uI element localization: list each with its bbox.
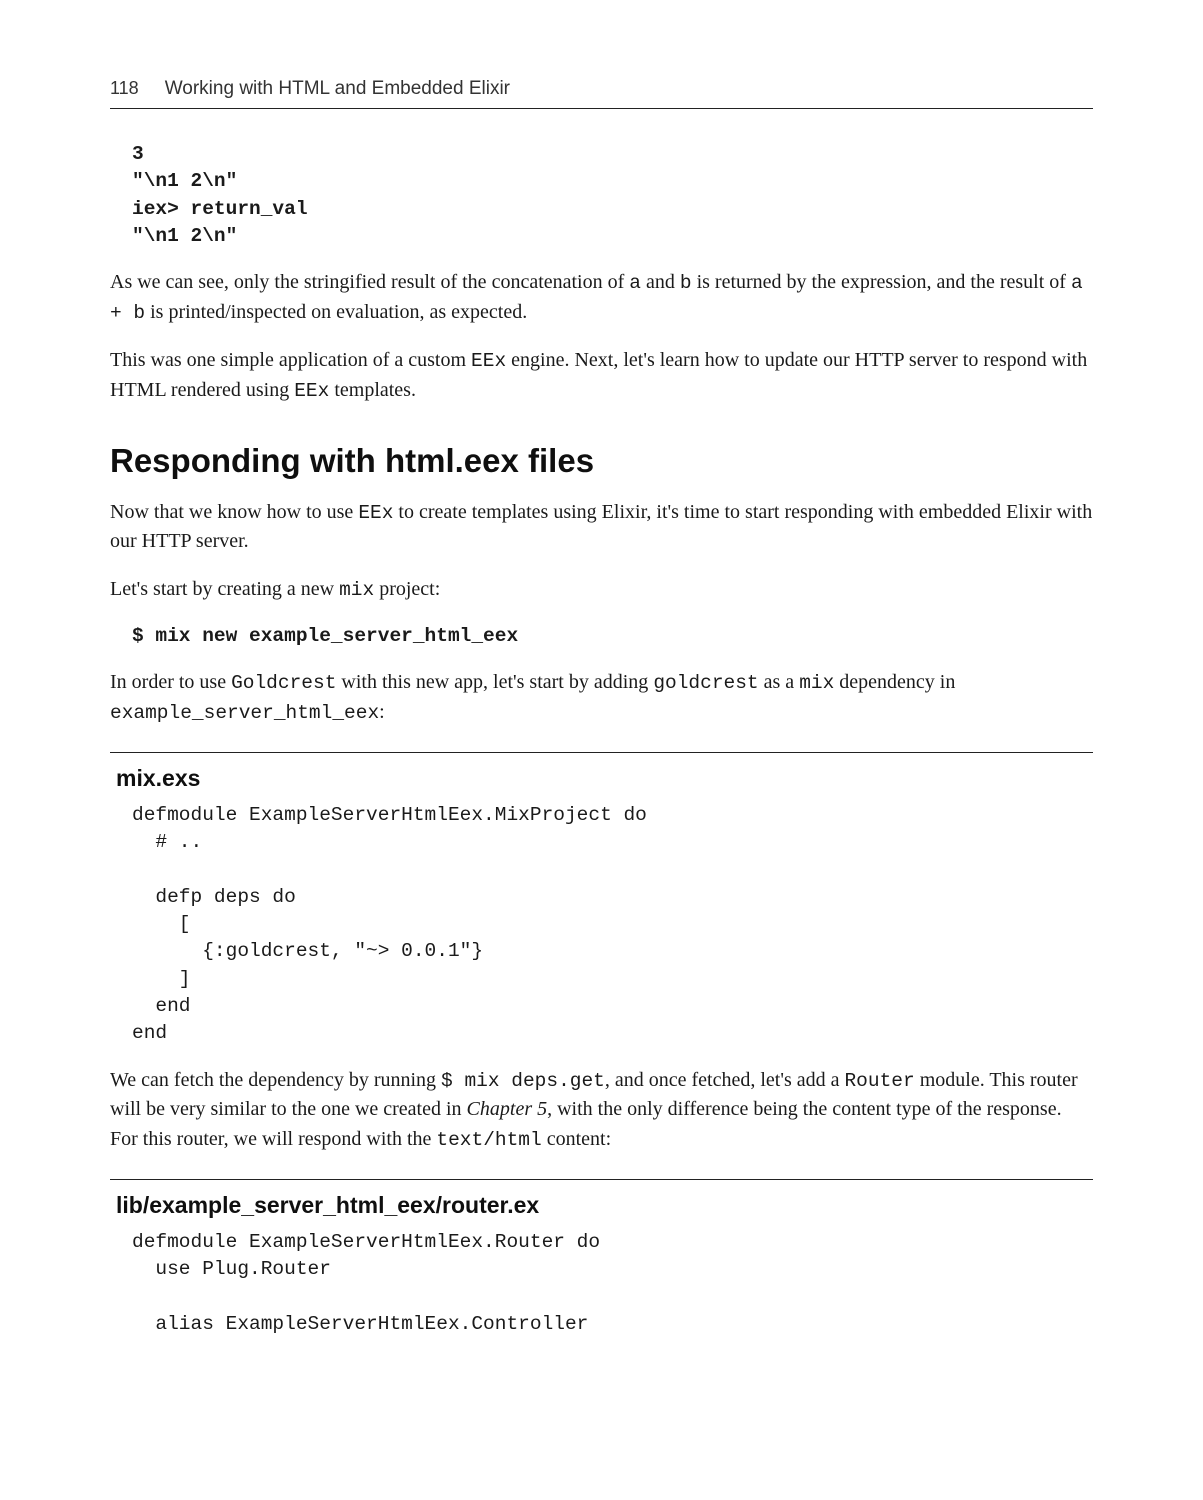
file-label: mix.exs — [116, 765, 1093, 792]
paragraph: Let's start by creating a new mix projec… — [110, 575, 1093, 605]
code-line: "\n1 2\n" — [132, 170, 237, 192]
text: content: — [542, 1128, 611, 1150]
paragraph: As we can see, only the stringified resu… — [110, 268, 1093, 328]
code-line: iex> return_val — [132, 198, 308, 220]
text: dependency in — [834, 671, 955, 693]
chapter-title: Working with HTML and Embedded Elixir — [165, 78, 510, 100]
paragraph: In order to use Goldcrest with this new … — [110, 668, 1093, 728]
text: templates. — [329, 379, 416, 401]
text: In order to use — [110, 671, 231, 693]
text: project: — [374, 578, 440, 600]
italic-text: Chapter 5 — [467, 1098, 548, 1120]
text: , and once fetched, let's add a — [605, 1069, 845, 1091]
text: as a — [759, 671, 800, 693]
inline-code: EEx — [294, 380, 329, 402]
code-line: "\n1 2\n" — [132, 225, 237, 247]
divider — [110, 752, 1093, 753]
file-label: lib/example_server_html_eex/router.ex — [116, 1192, 1093, 1219]
text: and — [641, 271, 680, 293]
inline-code: goldcrest — [653, 672, 758, 694]
inline-code: mix — [799, 672, 834, 694]
text: is printed/inspected on evaluation, as e… — [145, 301, 527, 323]
divider — [110, 1179, 1093, 1180]
text: Now that we know how to use — [110, 501, 358, 523]
inline-code: a — [629, 272, 641, 294]
code-block-mixexs: defmodule ExampleServerHtmlEex.MixProjec… — [132, 802, 1093, 1048]
code-line: 3 — [132, 143, 144, 165]
text: with this new app, let's start by adding — [336, 671, 653, 693]
paragraph: This was one simple application of a cus… — [110, 346, 1093, 406]
inline-code: Router — [844, 1070, 914, 1092]
text: is returned by the expression, and the r… — [692, 271, 1071, 293]
inline-code: $ mix deps.get — [441, 1070, 605, 1092]
page: 118 Working with HTML and Embedded Elixi… — [0, 0, 1203, 1500]
inline-code: EEx — [471, 350, 506, 372]
text: This was one simple application of a cus… — [110, 349, 471, 371]
code-block-shell: $ mix new example_server_html_eex — [132, 623, 1093, 650]
inline-code: example_server_html_eex — [110, 702, 379, 724]
text: : — [379, 701, 385, 723]
section-heading: Responding with html.eex files — [110, 442, 1093, 480]
code-block-iex: 3 "\n1 2\n" iex> return_val "\n1 2\n" — [132, 141, 1093, 250]
inline-code: b — [680, 272, 692, 294]
text: Let's start by creating a new — [110, 578, 339, 600]
inline-code: EEx — [358, 502, 393, 524]
text: We can fetch the dependency by running — [110, 1069, 441, 1091]
page-number: 118 — [110, 78, 139, 99]
inline-code: mix — [339, 579, 374, 601]
inline-code: Goldcrest — [231, 672, 336, 694]
text: As we can see, only the stringified resu… — [110, 271, 629, 293]
inline-code: text/html — [436, 1129, 541, 1151]
code-block-router: defmodule ExampleServerHtmlEex.Router do… — [132, 1229, 1093, 1338]
paragraph: Now that we know how to use EEx to creat… — [110, 498, 1093, 557]
page-header: 118 Working with HTML and Embedded Elixi… — [110, 78, 1093, 109]
paragraph: We can fetch the dependency by running $… — [110, 1066, 1093, 1155]
